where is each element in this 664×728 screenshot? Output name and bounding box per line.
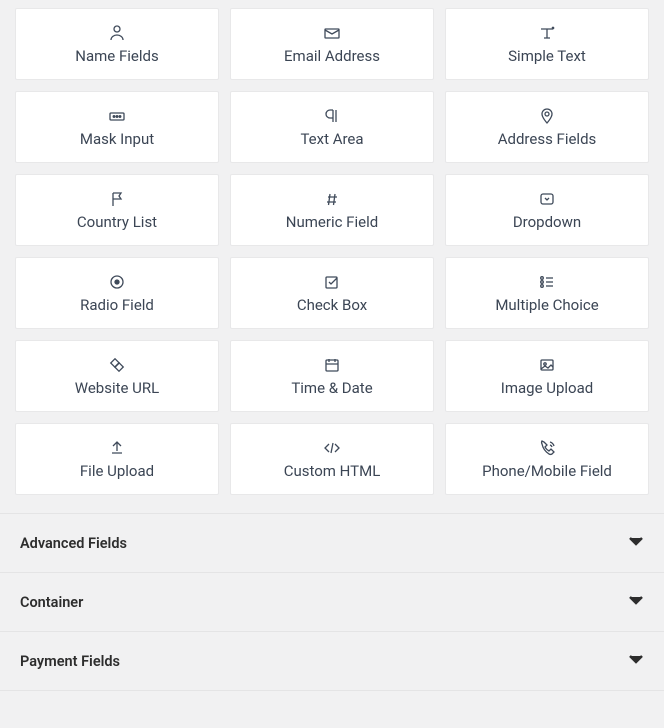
paragraph-icon [322, 106, 342, 126]
phone-icon [537, 438, 557, 458]
accordion-item-advanced-fields[interactable]: Advanced Fields [0, 514, 664, 573]
field-card-check-box[interactable]: Check Box [230, 257, 434, 329]
field-label: Dropdown [513, 213, 581, 231]
field-label: Mask Input [80, 130, 154, 148]
pin-icon [537, 106, 557, 126]
field-card-address-fields[interactable]: Address Fields [445, 91, 649, 163]
field-label: Check Box [297, 296, 367, 314]
accordion-item-container[interactable]: Container [0, 573, 664, 632]
accordion-item-payment-fields[interactable]: Payment Fields [0, 632, 664, 691]
field-label: Multiple Choice [495, 296, 598, 314]
field-label: Address Fields [498, 130, 597, 148]
field-card-website-url[interactable]: Website URL [15, 340, 219, 412]
accordion: Advanced Fields Container Payment Fields [0, 513, 664, 691]
field-label: Simple Text [508, 47, 586, 65]
field-card-file-upload[interactable]: File Upload [15, 423, 219, 495]
checkbox-icon [322, 272, 342, 292]
field-label: Custom HTML [284, 462, 381, 480]
image-icon [537, 355, 557, 375]
field-label: File Upload [80, 462, 154, 480]
chevron-down-icon [628, 533, 644, 553]
mask-icon [107, 106, 127, 126]
chevron-down-icon [628, 651, 644, 671]
field-label: Phone/Mobile Field [482, 462, 612, 480]
radio-icon [107, 272, 127, 292]
chevron-down-icon [628, 592, 644, 612]
field-label: Email Address [284, 47, 380, 65]
field-card-time-date[interactable]: Time & Date [230, 340, 434, 412]
accordion-title: Payment Fields [20, 653, 120, 670]
upload-icon [107, 438, 127, 458]
field-label: Image Upload [501, 379, 593, 397]
field-card-text-area[interactable]: Text Area [230, 91, 434, 163]
accordion-title: Advanced Fields [20, 535, 127, 552]
field-card-country-list[interactable]: Country List [15, 174, 219, 246]
link-icon [107, 355, 127, 375]
field-label: Radio Field [80, 296, 154, 314]
mail-icon [322, 23, 342, 43]
field-card-numeric-field[interactable]: Numeric Field [230, 174, 434, 246]
accordion-title: Container [20, 594, 83, 611]
field-card-email-address[interactable]: Email Address [230, 8, 434, 80]
user-icon [107, 23, 127, 43]
field-label: Country List [77, 213, 157, 231]
field-card-dropdown[interactable]: Dropdown [445, 174, 649, 246]
dropdown-icon [537, 189, 557, 209]
hash-icon [322, 189, 342, 209]
field-label: Numeric Field [286, 213, 378, 231]
list-icon [537, 272, 557, 292]
field-label: Name Fields [75, 47, 158, 65]
text-icon [537, 23, 557, 43]
calendar-icon [322, 355, 342, 375]
field-label: Text Area [300, 130, 363, 148]
field-card-simple-text[interactable]: Simple Text [445, 8, 649, 80]
field-card-mask-input[interactable]: Mask Input [15, 91, 219, 163]
field-card-name-fields[interactable]: Name Fields [15, 8, 219, 80]
code-icon [322, 438, 342, 458]
field-card-image-upload[interactable]: Image Upload [445, 340, 649, 412]
field-card-phone-mobile[interactable]: Phone/Mobile Field [445, 423, 649, 495]
field-card-custom-html[interactable]: Custom HTML [230, 423, 434, 495]
field-card-radio-field[interactable]: Radio Field [15, 257, 219, 329]
field-card-multiple-choice[interactable]: Multiple Choice [445, 257, 649, 329]
fields-grid: Name Fields Email Address Simple Text Mask … [0, 0, 664, 513]
flag-icon [107, 189, 127, 209]
field-label: Website URL [75, 379, 159, 397]
field-label: Time & Date [291, 379, 372, 397]
